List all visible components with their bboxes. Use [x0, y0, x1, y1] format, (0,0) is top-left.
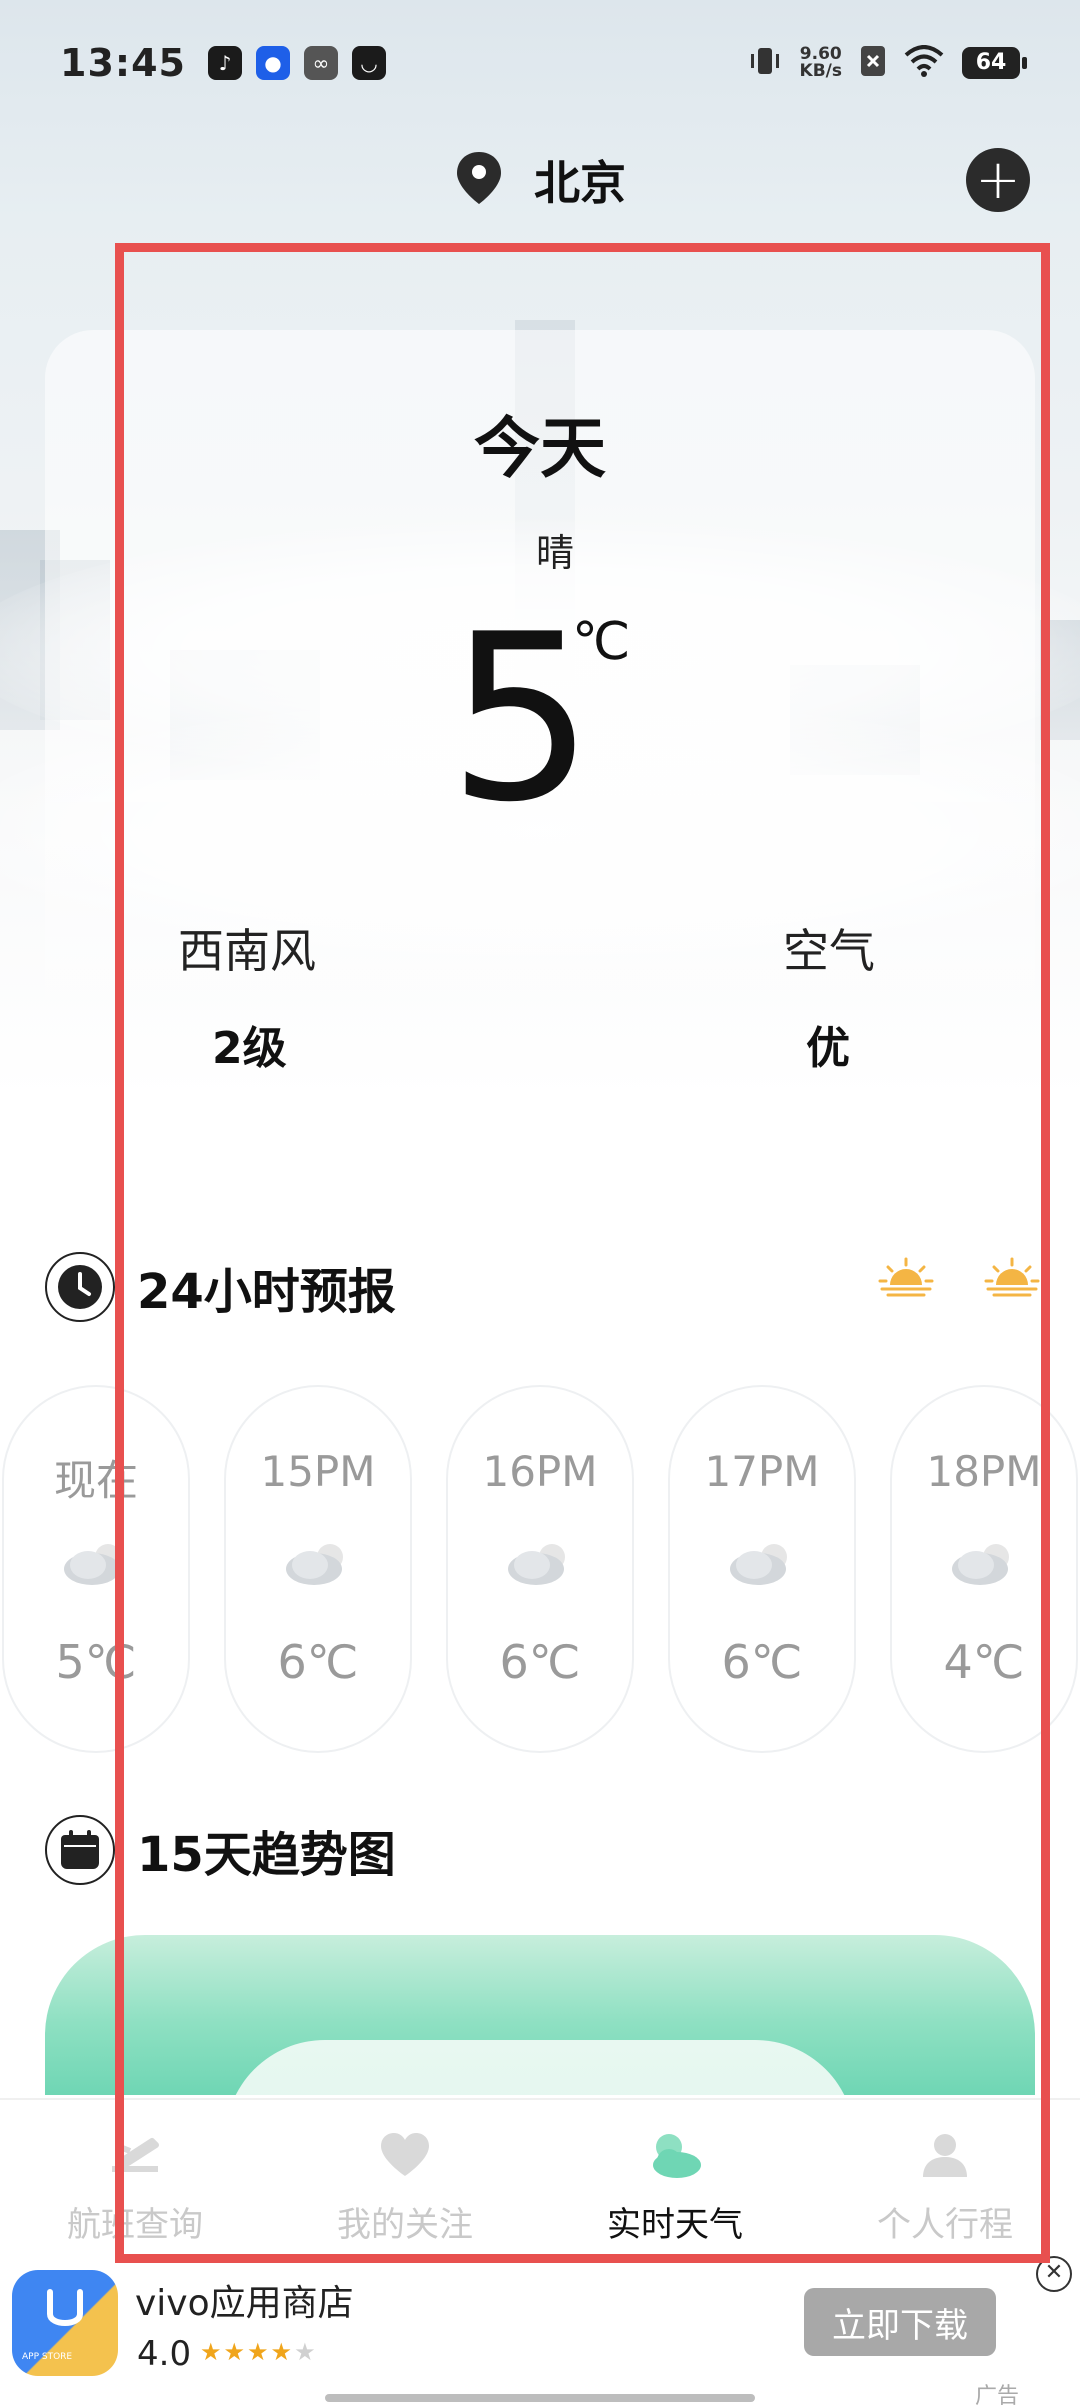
wifi-icon [904, 44, 944, 81]
sunrise-icon [878, 1255, 934, 1303]
trend-header: 15天趋势图 [45, 1815, 396, 1885]
trend-chart-card[interactable] [45, 1935, 1035, 2095]
trend-chart-inner [225, 2040, 855, 2095]
home-indicator[interactable] [325, 2394, 755, 2402]
nav-label: 我的关注 [337, 2205, 473, 2245]
cloudy-icon [946, 1537, 1022, 1593]
battery-indicator: 64 [962, 46, 1027, 79]
browser-icon: ● [255, 45, 290, 80]
shopping-bag-icon: ◡ [351, 45, 386, 80]
status-app-icons: ♪ ● ∞ ◡ [207, 45, 386, 80]
ad-app-name: vivo应用商店 [135, 2283, 354, 2324]
air-quality-label: 空气 [783, 924, 875, 978]
app-store-logo-text: APP STORE [22, 2352, 73, 2362]
status-time: 13:45 [60, 40, 186, 85]
hour-label: 17PM [704, 1447, 820, 1496]
air-quality-value: 优 [806, 1023, 850, 1074]
close-icon[interactable]: ✕ [1036, 2256, 1072, 2292]
ad-banner[interactable]: APP STORE vivo应用商店 4.0 ★★★★★ 立即下载 ✕ 广告 [0, 2256, 1080, 2408]
hourly-forecast-header: 24小时预报 [45, 1252, 396, 1322]
header: 北京 + [0, 130, 1080, 230]
nav-itinerary[interactable]: 个人行程 [810, 2100, 1080, 2268]
ad-tag: 广告 [975, 2384, 1020, 2408]
heart-icon [375, 2125, 435, 2185]
net-speed-unit: KB/s [799, 60, 842, 81]
today-title: 今天 [474, 410, 606, 487]
hourly-item[interactable]: 17PM 6℃ [668, 1385, 856, 1753]
hour-label: 15PM [260, 1447, 376, 1496]
cloudy-icon [58, 1537, 134, 1593]
cloudy-icon [502, 1537, 578, 1593]
plane-icon [105, 2125, 165, 2185]
sunset-icon [984, 1255, 1040, 1303]
trend-title: 15天趋势图 [137, 1827, 396, 1883]
nav-favorites[interactable]: 我的关注 [270, 2100, 540, 2268]
net-speed: 9.60 KB/s [799, 43, 842, 81]
hour-label: 现在 [53, 1456, 138, 1505]
location-pin-icon [454, 150, 504, 210]
net-speed-value: 9.60 [799, 43, 842, 64]
hour-temp: 5℃ [55, 1635, 137, 1689]
nav-label: 航班查询 [67, 2205, 203, 2245]
nav-label: 个人行程 [877, 2205, 1013, 2245]
nav-weather[interactable]: 实时天气 [540, 2100, 810, 2268]
hour-temp: 6℃ [277, 1635, 359, 1689]
hourly-item[interactable]: 18PM 4℃ [890, 1385, 1078, 1753]
status-bar: 13:45 ♪ ● ∞ ◡ 9.60 KB/s 64 [0, 0, 1080, 125]
weather-condition: 晴 [535, 531, 574, 575]
wind-direction-label: 西南风 [178, 924, 316, 978]
app-store-logo: APP STORE [12, 2270, 118, 2376]
hourly-item[interactable]: 现在 5℃ [2, 1385, 190, 1753]
tiktok-icon: ♪ [207, 45, 242, 80]
download-button[interactable]: 立即下载 [804, 2288, 996, 2356]
link-icon: ∞ [303, 45, 338, 80]
calendar-icon [45, 1815, 115, 1885]
clock-icon [45, 1252, 115, 1322]
city-selector[interactable]: 北京 [454, 147, 626, 213]
wind-level-value: 2级 [212, 1023, 287, 1074]
hourly-forecast-title: 24小时预报 [137, 1264, 396, 1320]
hour-label: 16PM [482, 1447, 598, 1496]
add-city-button[interactable]: + [966, 148, 1030, 212]
nav-label: 实时天气 [607, 2205, 743, 2245]
hourly-item[interactable]: 16PM 6℃ [446, 1385, 634, 1753]
rating-stars-icon: ★★★★★ [200, 2338, 318, 2366]
person-icon [915, 2125, 975, 2185]
hour-temp: 4℃ [943, 1635, 1025, 1689]
nav-flight-search[interactable]: 航班查询 [0, 2100, 270, 2268]
weather-icon [645, 2125, 705, 2185]
hourly-forecast-list[interactable]: 现在 5℃ 15PM 6℃ 16PM 6℃ 17PM 6℃ 18PM 4℃ [0, 1385, 1080, 1755]
bottom-nav: 航班查询 我的关注 实时天气 个人行程 [0, 2098, 1080, 2268]
vibrate-icon [748, 44, 782, 82]
hour-temp: 6℃ [499, 1635, 581, 1689]
sun-icons [878, 1255, 1040, 1303]
temperature-unit: ℃ [572, 612, 631, 672]
cloudy-icon [724, 1537, 800, 1593]
ad-rating: 4.0 [137, 2334, 192, 2374]
hour-temp: 6℃ [721, 1635, 803, 1689]
cloudy-icon [280, 1537, 356, 1593]
hour-label: 18PM [926, 1447, 1042, 1496]
sim-off-icon [860, 45, 886, 81]
hourly-item[interactable]: 15PM 6℃ [224, 1385, 412, 1753]
city-name: 北京 [534, 156, 626, 210]
